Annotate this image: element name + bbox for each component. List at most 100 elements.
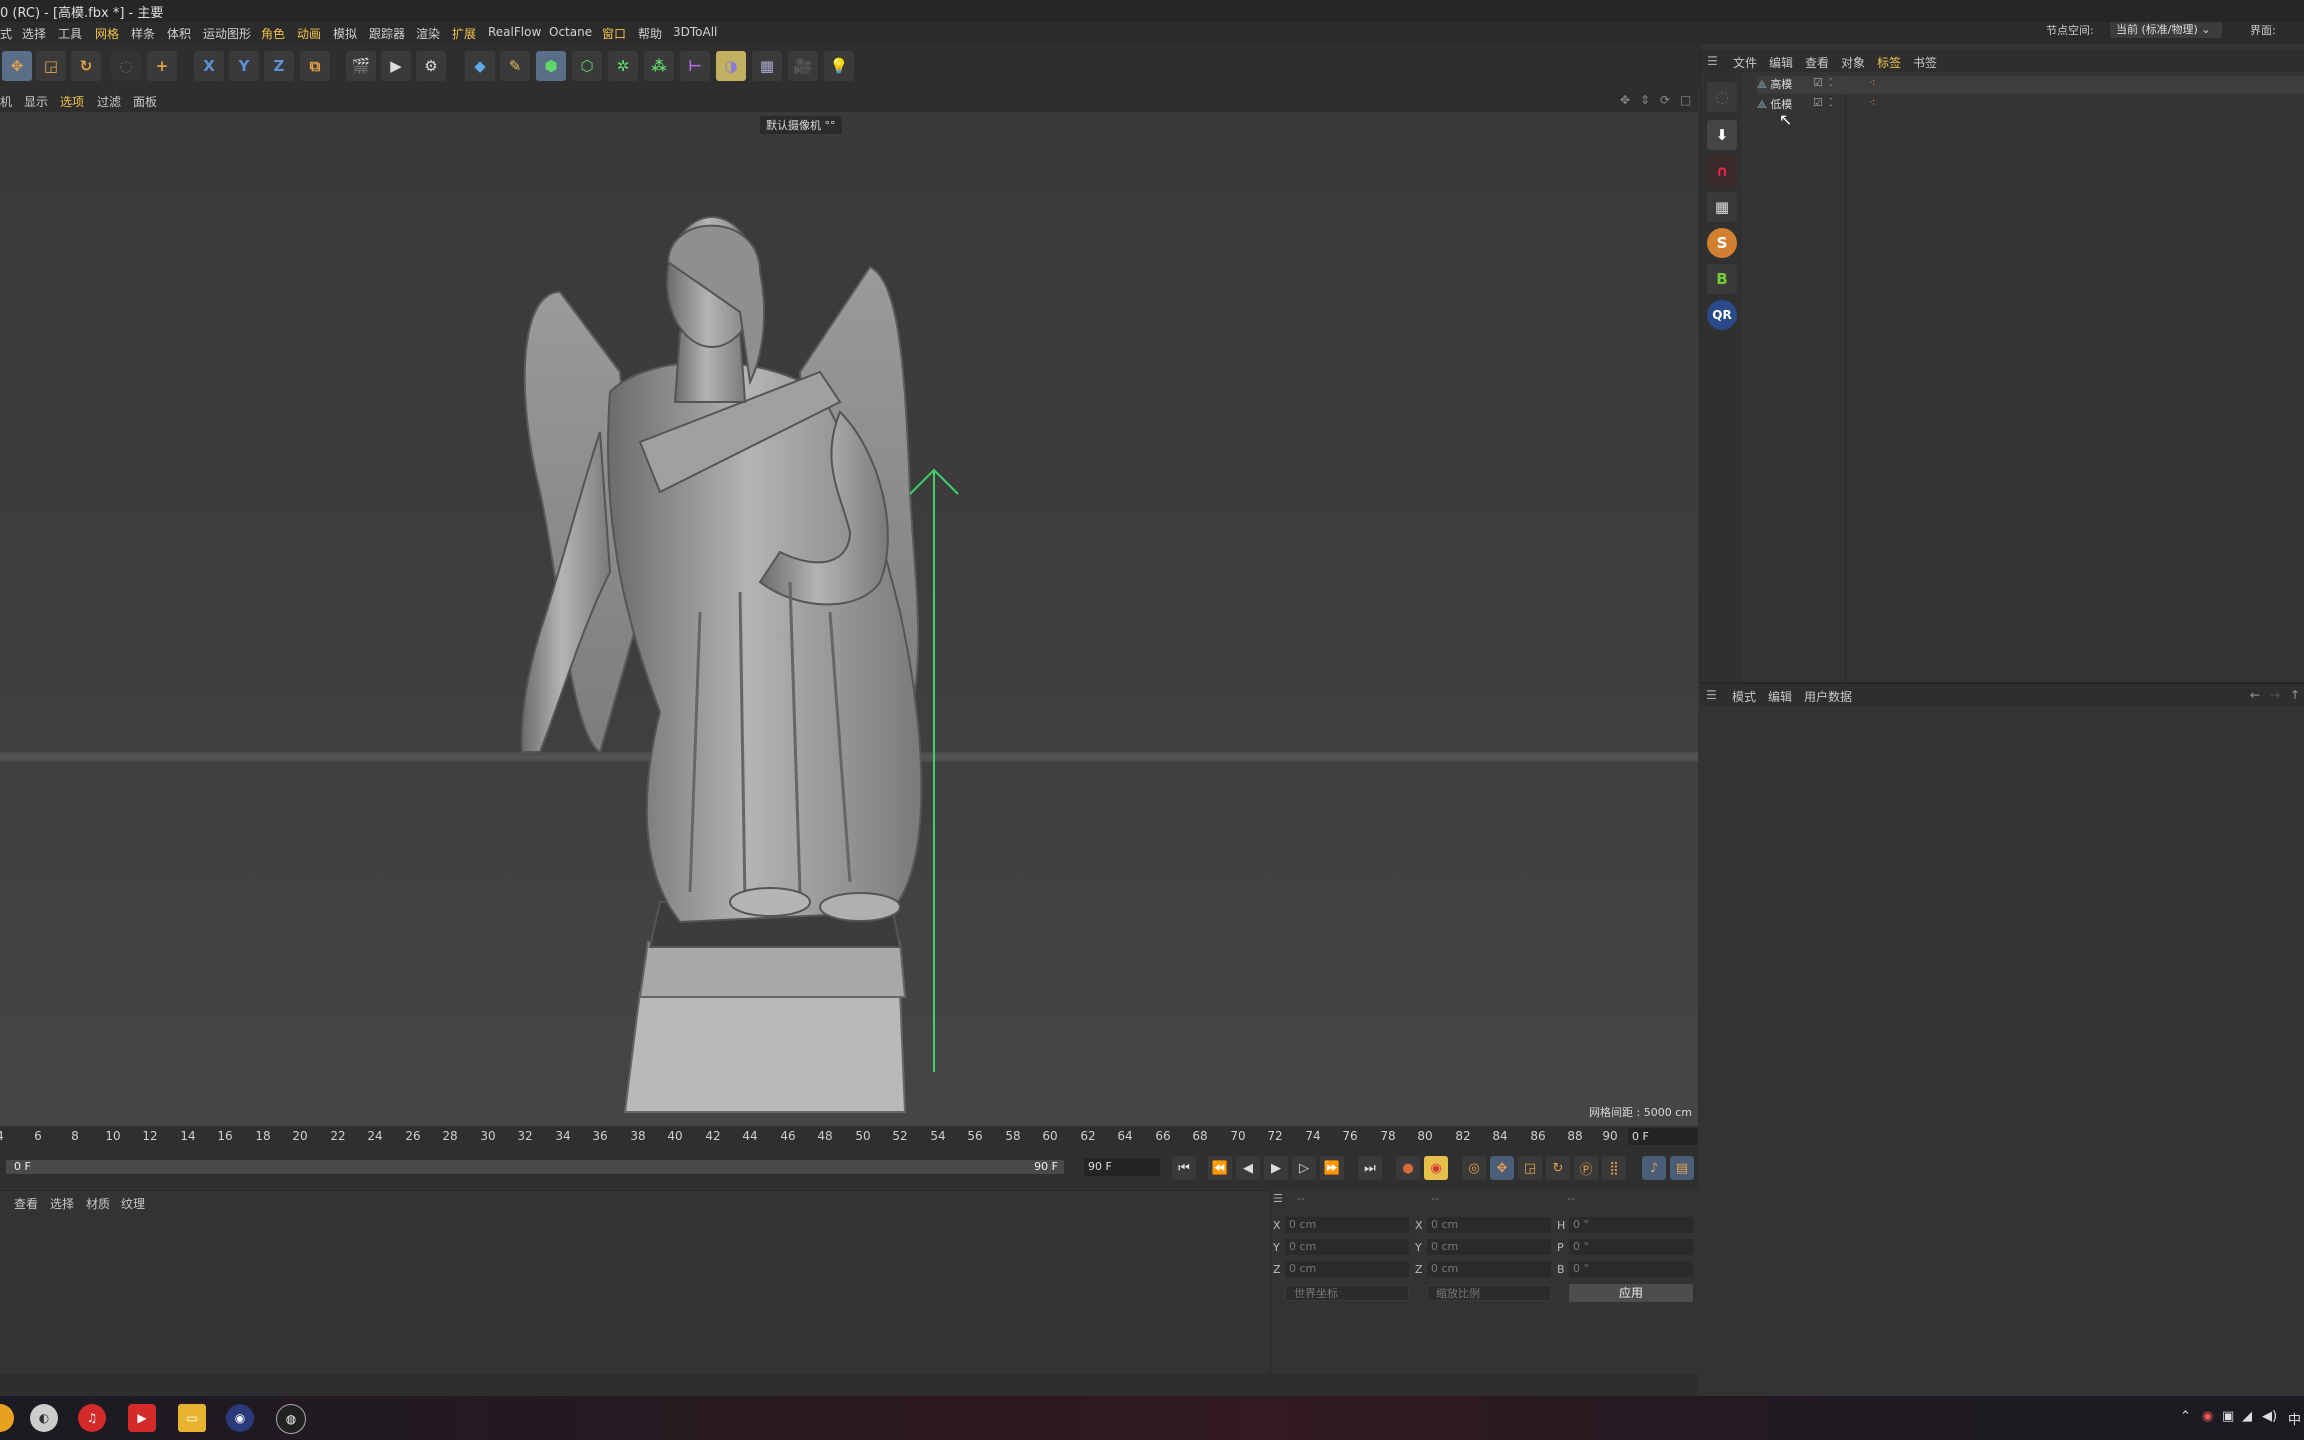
material-manager[interactable]: 查看 选择 材质 纹理 — [0, 1190, 1268, 1375]
panel-menu-icon[interactable]: ☰ — [1706, 688, 1717, 702]
menu-simulate[interactable]: 模拟 — [333, 25, 357, 42]
tray-expand-icon[interactable]: ⌃ — [2180, 1409, 2191, 1424]
frame-range-slider[interactable]: 0 F 90 F — [6, 1160, 1064, 1174]
layer-check-icon[interactable]: ☑ — [1813, 76, 1823, 89]
x-axis-lock-icon[interactable]: X — [194, 51, 224, 81]
menu-animation[interactable]: 动画 — [297, 25, 321, 42]
menu-render[interactable]: 渲染 — [416, 25, 440, 42]
magnet-icon[interactable]: ∩ — [1707, 156, 1737, 186]
tray-ime-icon[interactable]: 中 — [2288, 1409, 2301, 1428]
tray-volume-icon[interactable]: ◀) — [2262, 1409, 2277, 1424]
view-menu-filter[interactable]: 过滤 — [97, 93, 121, 110]
key-selection-icon[interactable]: ◎ — [1462, 1156, 1486, 1180]
camera-icon[interactable]: 🎥 — [788, 51, 818, 81]
y-axis-gizmo-icon[interactable] — [904, 462, 964, 1082]
extrude-icon[interactable]: ⬡ — [572, 51, 602, 81]
go-to-end-icon[interactable]: ⏭ — [1358, 1156, 1382, 1180]
panel-menu-icon[interactable]: ☰ — [1707, 54, 1718, 68]
subdivision-icon[interactable]: ⬢ — [536, 51, 566, 81]
s-plugin-icon[interactable]: S — [1707, 228, 1737, 258]
om-menu-file[interactable]: 文件 — [1733, 54, 1757, 71]
floor-icon[interactable]: ▦ — [752, 51, 782, 81]
node-space-dropdown[interactable]: 当前 (标准/物理) ⌄ — [2110, 22, 2222, 38]
menu-select[interactable]: 选择 — [22, 25, 46, 42]
menu-octane[interactable]: Octane — [549, 25, 592, 39]
deformer-icon[interactable]: ⁂ — [644, 51, 674, 81]
menu-3dtoall[interactable]: 3DToAll — [673, 25, 717, 39]
cloner-icon[interactable]: ✲ — [608, 51, 638, 81]
object-manager[interactable]: ☰ 文件 编辑 查看 对象 标签 书签 ◌ ⬇ ∩ ▦ S B QR ⟁ 高模 … — [1700, 50, 2304, 682]
forward-arrow-icon[interactable]: → — [2270, 688, 2280, 702]
current-frame-field[interactable]: 0 F — [1628, 1128, 1698, 1145]
object-row[interactable]: ⟁ 高模 ☑ ⁚ ⁖ — [1757, 76, 2304, 94]
render-view-icon[interactable]: ▶ — [381, 51, 411, 81]
pos-z-field[interactable]: 0 cm — [1285, 1261, 1409, 1277]
menu-realflow[interactable]: RealFlow — [488, 25, 541, 39]
scale-mode-dropdown[interactable]: 缩放比例 — [1427, 1285, 1551, 1301]
create-object-icon[interactable]: + — [147, 51, 177, 81]
coord-menu-icon[interactable]: ☰ — [1273, 1192, 1283, 1205]
visibility-dots-icon[interactable]: ⁚ — [1829, 76, 1833, 89]
view-menu-camera[interactable]: 机 — [0, 93, 12, 110]
play-icon[interactable]: ▶ — [1264, 1156, 1288, 1180]
object-name[interactable]: 高模 — [1770, 78, 1792, 91]
size-x-field[interactable]: 0 cm — [1427, 1217, 1551, 1233]
render-region-icon[interactable]: 🎬 — [346, 51, 376, 81]
key-rotation-icon[interactable]: ↻ — [1546, 1156, 1570, 1180]
key-position-icon[interactable]: ✥ — [1490, 1156, 1514, 1180]
menu-window[interactable]: 窗口 — [602, 25, 626, 42]
tray-netease-icon[interactable]: ◉ — [2202, 1409, 2213, 1424]
menu-spline[interactable]: 样条 — [131, 25, 155, 42]
light-icon[interactable]: 💡 — [824, 51, 854, 81]
end-frame-field[interactable]: 90 F — [1084, 1158, 1160, 1176]
pen-icon[interactable]: ✎ — [500, 51, 530, 81]
om-menu-object[interactable]: 对象 — [1841, 54, 1865, 71]
am-menu-mode[interactable]: 模式 — [1732, 688, 1756, 705]
viewport-maximize-icon[interactable]: □ — [1680, 93, 1691, 107]
layer-check-icon[interactable]: ☑ — [1813, 96, 1823, 109]
scale-tool-icon[interactable]: ◲ — [36, 51, 66, 81]
z-axis-lock-icon[interactable]: Z — [264, 51, 294, 81]
apply-button[interactable]: 应用 — [1569, 1284, 1693, 1302]
qr-plugin-icon[interactable]: QR — [1707, 300, 1737, 330]
menu-mesh[interactable]: 网格 — [95, 25, 119, 42]
view-menu-panel[interactable]: 面板 — [133, 93, 157, 110]
rot-p-field[interactable]: 0 ° — [1569, 1239, 1693, 1255]
visibility-dots-icon[interactable]: ⁚ — [1829, 96, 1833, 109]
mat-menu-select[interactable]: 选择 — [50, 1195, 74, 1212]
y-axis-lock-icon[interactable]: Y — [229, 51, 259, 81]
browser-icon[interactable]: ◐ — [30, 1404, 58, 1432]
environment-icon[interactable]: ◑ — [716, 51, 746, 81]
om-menu-tags[interactable]: 标签 — [1877, 54, 1901, 71]
3d-viewport[interactable]: 默认摄像机 °° 网格间距: 5000 cm — [0, 112, 1698, 1126]
key-parameter-icon[interactable]: Ⓟ — [1574, 1156, 1598, 1180]
size-z-field[interactable]: 0 cm — [1427, 1261, 1551, 1277]
timeline-window-icon[interactable]: ▤ — [1670, 1156, 1694, 1180]
cinema4d-icon[interactable]: ◉ — [226, 1404, 254, 1432]
render-settings-icon[interactable]: ⚙ — [416, 51, 446, 81]
auto-key-icon[interactable]: ◉ — [1424, 1156, 1448, 1180]
viewport-rotate-icon[interactable]: ⟳ — [1660, 93, 1670, 107]
rotate-tool-icon[interactable]: ↻ — [71, 51, 101, 81]
om-menu-view[interactable]: 查看 — [1805, 54, 1829, 71]
live-select-icon[interactable]: ◌ — [111, 51, 141, 81]
cube-icon[interactable]: ◆ — [465, 51, 495, 81]
menu-mograph[interactable]: 运动图形 — [203, 25, 251, 42]
am-menu-edit[interactable]: 编辑 — [1768, 688, 1792, 705]
view-menu-display[interactable]: 显示 — [24, 93, 48, 110]
coordinate-system-icon[interactable]: ⧉ — [300, 51, 330, 81]
viewport-zoom-icon[interactable]: ⇕ — [1640, 93, 1650, 107]
pos-y-field[interactable]: 0 cm — [1285, 1239, 1409, 1255]
rot-b-field[interactable]: 0 ° — [1569, 1261, 1693, 1277]
file-explorer-icon[interactable]: ▭ — [178, 1404, 206, 1432]
menu-help[interactable]: 帮助 — [638, 25, 662, 42]
next-key-icon[interactable]: ⏩ — [1320, 1156, 1344, 1180]
om-menu-edit[interactable]: 编辑 — [1769, 54, 1793, 71]
am-menu-userdata[interactable]: 用户数据 — [1804, 688, 1852, 705]
view-menu-options[interactable]: 选项 — [60, 93, 84, 110]
prev-key-icon[interactable]: ⏪ — [1208, 1156, 1232, 1180]
drop-to-floor-icon[interactable]: ⬇ — [1707, 120, 1737, 150]
menu-tools[interactable]: 工具 — [58, 25, 82, 42]
coord-system-dropdown[interactable]: 世界坐标 — [1285, 1285, 1409, 1301]
pos-x-field[interactable]: 0 cm — [1285, 1217, 1409, 1233]
